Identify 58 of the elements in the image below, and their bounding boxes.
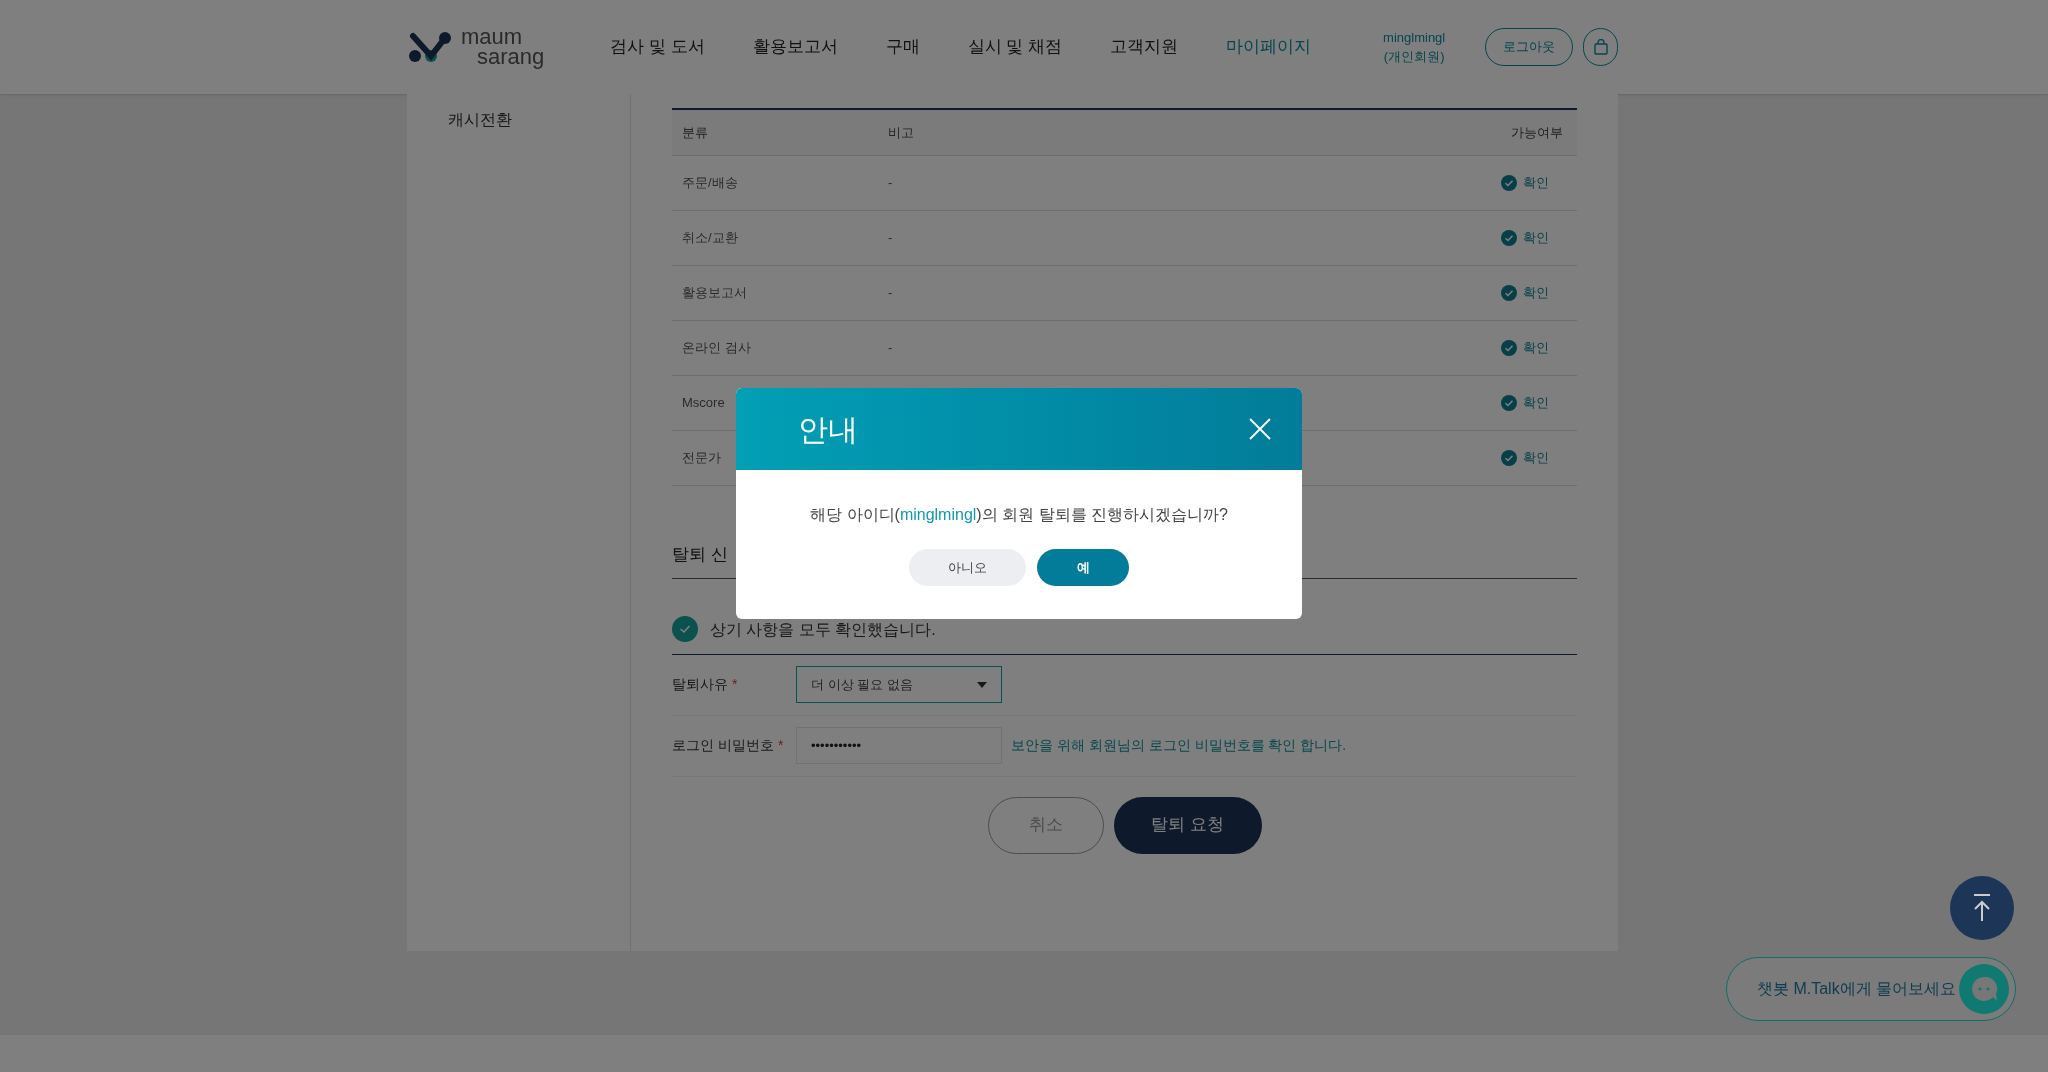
dialog-title: 안내 [798, 411, 858, 448]
column-header: 비고 [888, 123, 915, 142]
column-header: 가능여부 [1511, 123, 1564, 142]
table-cell: - [888, 175, 893, 191]
status-text: 확인 [1523, 394, 1549, 413]
table-cell-text: 전문가 [682, 449, 722, 468]
logo-text: sarang [476, 47, 545, 67]
yes-button[interactable]: 예 [1037, 549, 1129, 586]
table-cell: - [888, 230, 893, 246]
table-cell-text: 주문/배송 [682, 174, 739, 193]
nav-link[interactable]: 실시 및 채점 [967, 34, 1063, 60]
chatbot-button[interactable]: 챗봇 M.Talk에게 물어보세요 [1726, 957, 2016, 1021]
check-circle-icon [1501, 450, 1517, 466]
caret-icon [977, 681, 987, 688]
dialog-message: 해당 아이디(minglmingl)의 회원 탈퇴를 진행하시겠습니까? [810, 505, 1228, 525]
chat-bubble-icon [1959, 964, 2009, 1014]
user-name: minglmingl [1383, 29, 1446, 47]
field-label: 로그인 비밀번호 [672, 736, 774, 755]
nav-link[interactable]: 마이페이지 [1226, 34, 1312, 60]
status-text: 확인 [1523, 339, 1549, 358]
shopping-bag-icon [1592, 39, 1609, 55]
status-text: 확인 [1523, 449, 1549, 468]
required-mark: * [732, 675, 738, 694]
status-text: 확인 [1523, 174, 1549, 193]
table-cell: - [888, 340, 893, 356]
nav-link[interactable]: 고객지원 [1110, 34, 1179, 60]
check-circle-icon [1501, 175, 1517, 191]
checkbox-label: 상기 사항을 모두 확인했습니다. [710, 619, 936, 640]
table-cell-text: 활용보고서 [682, 284, 748, 303]
sidebar-item[interactable]: 캐시전환 [448, 108, 630, 132]
check-circle-icon [1501, 395, 1517, 411]
logo-text: maum [461, 27, 524, 47]
column-header: 분류 [682, 123, 709, 142]
table-cell-text: Mscore [682, 394, 726, 413]
nav-link[interactable]: 활용보고서 [752, 34, 838, 60]
status-text: 확인 [1523, 229, 1549, 248]
close-button[interactable] [1248, 417, 1272, 441]
check-circle-icon [1501, 285, 1517, 301]
arrow-up-icon [1971, 893, 1993, 923]
required-mark: * [777, 736, 784, 755]
confirm-checkbox[interactable] [672, 615, 698, 642]
table-cell-text: 취소/교환 [682, 229, 739, 248]
table-cell-text: 온라인 검사 [682, 339, 752, 358]
nav-link[interactable]: 구매 [885, 34, 920, 60]
nav-link[interactable]: 검사 및 도서 [610, 34, 705, 60]
status-text: 확인 [1523, 284, 1549, 303]
member-type: (개인회원) [1383, 48, 1445, 66]
field-label: 탈퇴사유 [672, 675, 728, 694]
hint-text: 보안을 위해 회원님의 로그인 비밀번호를 확인 합니다. [1011, 736, 1347, 755]
check-circle-icon [1501, 230, 1517, 246]
section-title: 탈퇴 신 [672, 545, 728, 564]
table-cell: - [888, 285, 893, 301]
logo-icon [407, 30, 453, 64]
check-circle-icon [1501, 340, 1517, 356]
withdraw-button[interactable]: 탈퇴 요청 [1113, 796, 1262, 854]
password-field[interactable]: ••••••••••• [796, 727, 1002, 764]
reason-dropdown[interactable]: 더 이상 필요 없음 [796, 666, 1002, 703]
no-button[interactable]: 아니오 [909, 549, 1026, 586]
